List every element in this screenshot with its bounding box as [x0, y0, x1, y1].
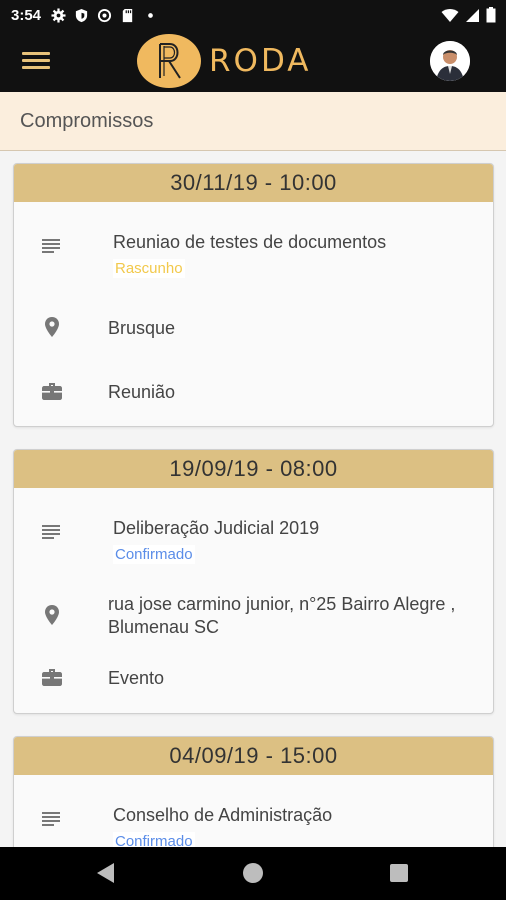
avatar-photo: [430, 41, 470, 81]
appointment-location: rua jose carmino junior, n°25 Bairro Ale…: [108, 594, 456, 637]
appointment-card[interactable]: 19/09/19 - 08:00 Deliberação Judicial 20…: [13, 449, 494, 714]
page-title: Compromissos: [20, 110, 154, 132]
dot-icon: [148, 12, 153, 18]
status-badge: Confirmado: [113, 832, 195, 847]
data-saver-icon: [97, 8, 112, 22]
status-badge: Confirmado: [113, 545, 195, 564]
location-pin-icon: [45, 605, 59, 625]
app-bar: RODA: [0, 30, 506, 92]
appointment-type: Evento: [108, 668, 165, 688]
logo-emblem: [137, 34, 201, 88]
back-icon[interactable]: [95, 861, 117, 885]
appointment-location: Brusque: [108, 318, 176, 338]
appointment-datetime: 04/09/19 - 15:00: [14, 737, 493, 775]
briefcase-icon: [42, 383, 62, 400]
wifi-icon: [441, 8, 459, 22]
appointment-title: Conselho de Administração: [113, 805, 333, 825]
battery-icon: [486, 7, 496, 23]
menu-button[interactable]: [22, 48, 50, 74]
briefcase-icon: [42, 669, 62, 686]
system-nav-bar: [0, 847, 506, 900]
home-icon[interactable]: [242, 862, 264, 884]
appointment-card[interactable]: 04/09/19 - 15:00 Conselho de Administraç…: [13, 736, 494, 847]
appointment-datetime: 19/09/19 - 08:00: [14, 450, 493, 488]
appointment-datetime: 30/11/19 - 10:00: [14, 164, 493, 202]
shield-icon: [75, 8, 88, 22]
notes-icon: [42, 239, 60, 253]
page-header: Compromissos: [0, 92, 506, 151]
appointment-type: Reunião: [108, 382, 176, 402]
status-time: 3:54: [11, 6, 42, 24]
status-badge: Rascunho: [113, 259, 185, 278]
notes-icon: [42, 525, 60, 539]
user-avatar[interactable]: [430, 41, 470, 81]
logo-text: RODA: [209, 43, 312, 79]
notes-icon: [42, 812, 60, 826]
notification-icons: [51, 7, 158, 23]
menu-icon: [22, 52, 50, 55]
appointments-list: 30/11/19 - 10:00 Reuniao de testes de do…: [0, 151, 506, 847]
appointment-card[interactable]: 30/11/19 - 10:00 Reuniao de testes de do…: [13, 163, 494, 427]
signal-icon: [466, 8, 479, 22]
system-icons: [441, 7, 496, 23]
settings-icon: [51, 7, 66, 23]
recents-icon[interactable]: [389, 863, 409, 883]
appointment-title: Reuniao de testes de documentos: [113, 232, 387, 252]
location-pin-icon: [45, 317, 59, 337]
logo-r-icon: [159, 43, 181, 79]
sd-card-icon: [122, 8, 133, 22]
app-logo: RODA: [137, 34, 311, 88]
status-bar: 3:54: [0, 0, 506, 30]
appointment-title: Deliberação Judicial 2019: [113, 518, 320, 538]
